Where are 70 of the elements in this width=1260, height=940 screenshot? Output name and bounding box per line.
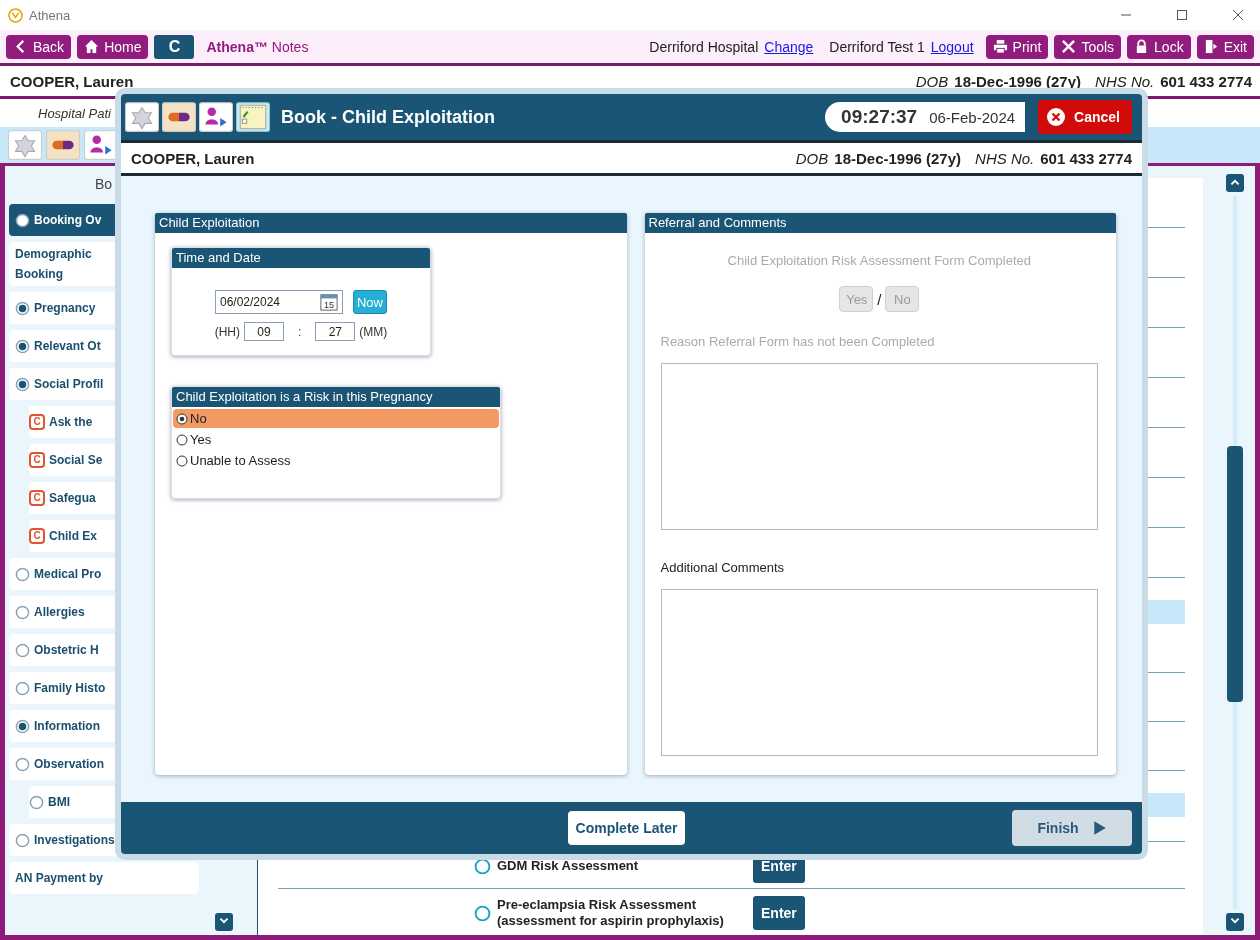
hospital-name: Derriford Hospital	[649, 38, 759, 55]
section-heading: Bo	[94, 176, 114, 194]
scroll-down-button[interactable]	[215, 913, 233, 931]
calendar-icon[interactable]: 15	[320, 293, 338, 311]
scrollbar-thumb[interactable]	[1227, 446, 1243, 702]
toolbar-button[interactable]: Lock	[1127, 34, 1191, 59]
time-separator: :	[298, 324, 302, 339]
subheader-text: Hospital Pati	[38, 105, 111, 121]
radio-icon	[176, 433, 188, 446]
radio-option[interactable]: No	[173, 409, 499, 428]
logout-link[interactable]: Logout	[930, 38, 974, 55]
nhs-label: NHS No.	[1095, 72, 1155, 90]
patient-name: COOPER, Lauren	[131, 149, 255, 167]
patient-name: COOPER, Lauren	[10, 72, 134, 90]
radio-icon	[176, 412, 188, 425]
maximize-icon[interactable]	[1176, 9, 1188, 21]
toolbar-button[interactable]: Exit	[1196, 34, 1254, 59]
cancel-button[interactable]: Cancel	[1038, 100, 1132, 134]
panel-title: Child Exploitation	[155, 213, 627, 233]
date-field[interactable]: 06/02/2024 15	[215, 290, 343, 314]
close-icon[interactable]	[1232, 9, 1244, 21]
pill-icon[interactable]	[162, 102, 196, 132]
reason-label: Reason Referral Form has not been Completed	[660, 334, 936, 349]
window-title: Athena	[29, 7, 71, 23]
enter-button[interactable]: Enter	[753, 896, 805, 930]
close-icon	[1046, 107, 1067, 127]
comments-label: Additional Comments	[660, 560, 786, 575]
scroll-down-button[interactable]	[1226, 913, 1244, 931]
toolbar-button[interactable]: Tools	[1054, 34, 1122, 59]
minute-label: (MM)	[359, 324, 388, 339]
dob-value: 18-Dec-1996 (27y)	[834, 149, 962, 167]
dialog-title: Book - Child Exploitation	[281, 106, 495, 128]
user-name: Derriford Test 1	[829, 38, 925, 55]
question-text: Child Exploitation Risk Assessment Form Completed	[726, 253, 1032, 268]
dob-label: DOB	[795, 149, 829, 167]
nhs-value: 601 433 2774	[1160, 72, 1252, 90]
play-icon	[1092, 820, 1107, 836]
c-badge: C	[29, 528, 45, 544]
exit-icon	[1203, 39, 1219, 54]
card-title: Time and Date	[172, 248, 430, 268]
nhs-value: 601 433 2774	[1040, 149, 1132, 167]
c-badge: C	[29, 452, 45, 468]
slash-separator: /	[877, 290, 882, 308]
radio-icon	[176, 454, 188, 467]
hour-label: (HH)	[214, 324, 240, 339]
app-logo-icon	[8, 7, 23, 23]
nhs-label: NHS No.	[975, 149, 1035, 167]
nav-button[interactable]: Home	[77, 34, 149, 59]
nav-button[interactable]: Back	[6, 34, 72, 59]
clock-date: 06-Feb-2024	[929, 108, 1016, 126]
c-button[interactable]: C	[154, 34, 195, 59]
app-name: Athena™ Notes	[206, 38, 309, 55]
change-link[interactable]: Change	[764, 38, 814, 55]
hour-field[interactable]: 09	[244, 322, 284, 341]
c-badge: C	[29, 490, 45, 506]
minute-field[interactable]: 27	[315, 322, 356, 341]
task-label: Pre-eclampsia Risk Assessment (assessment for aspirin prophylaxis)	[497, 897, 725, 929]
c-badge: C	[29, 414, 45, 430]
printer-icon	[992, 39, 1008, 54]
complete-later-button[interactable]: Complete Later	[567, 811, 686, 845]
card-title: Child Exploitation is a Risk in this Pregnancy	[172, 387, 500, 407]
dob-label: DOB	[915, 72, 949, 90]
clock-time: 09:27:37	[841, 106, 918, 128]
sidebar-item[interactable]: AN Payment by	[9, 862, 199, 894]
task-label: GDM Risk Assessment	[497, 858, 640, 874]
scroll-up-button[interactable]	[1226, 174, 1244, 192]
pill-icon[interactable]	[46, 130, 80, 160]
toolbar-button[interactable]: Print	[985, 34, 1049, 59]
panel-title: Referral and Comments	[644, 213, 1116, 233]
home-icon	[84, 39, 100, 54]
